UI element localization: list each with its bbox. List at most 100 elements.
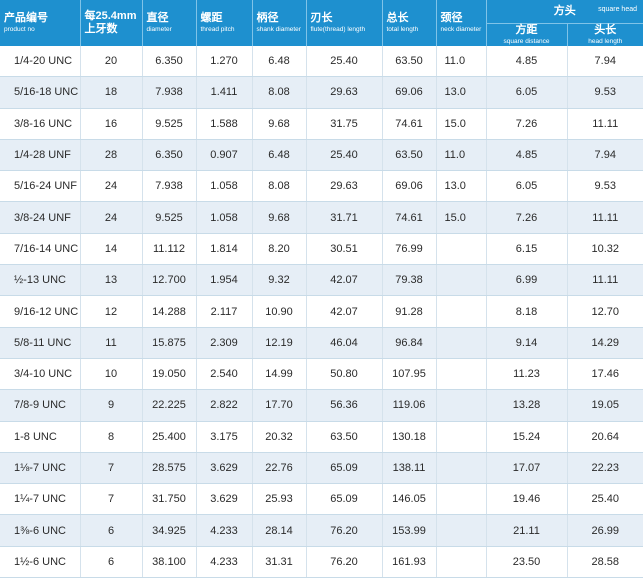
- cell-square-distance: 4.85: [486, 46, 567, 77]
- cell-pitch: 3.175: [196, 421, 252, 452]
- cell-neck-diameter: 11.0: [436, 46, 486, 77]
- cell-total-length: 69.06: [382, 77, 436, 108]
- cell-head-length: 7.94: [567, 46, 643, 77]
- cell-tpi: 14: [80, 233, 142, 264]
- col-header-flute: 刃长 flute(thread) length: [306, 0, 382, 46]
- cell-head-length: 28.58: [567, 546, 643, 577]
- cell-flute-length: 56.36: [306, 390, 382, 421]
- cell-neck-diameter: [436, 265, 486, 296]
- cell-flute-length: 29.63: [306, 171, 382, 202]
- cell-total-length: 63.50: [382, 139, 436, 170]
- cell-pitch: 1.058: [196, 202, 252, 233]
- cell-head-length: 9.53: [567, 171, 643, 202]
- cell-tpi: 24: [80, 202, 142, 233]
- cell-tpi: 20: [80, 46, 142, 77]
- table-row: 9/16-12 UNC1214.2882.11710.9042.0791.288…: [0, 296, 643, 327]
- cell-shank-diameter: 6.48: [252, 46, 306, 77]
- cell-pitch: 0.907: [196, 139, 252, 170]
- cell-diameter: 9.525: [142, 202, 196, 233]
- cell-square-distance: 7.26: [486, 108, 567, 139]
- cell-diameter: 7.938: [142, 77, 196, 108]
- table-row: 5/16-18 UNC187.9381.4118.0829.6369.0613.…: [0, 77, 643, 108]
- cell-neck-diameter: 11.0: [436, 139, 486, 170]
- header-label-cn: 方距: [487, 24, 567, 37]
- cell-diameter: 15.875: [142, 327, 196, 358]
- cell-square-distance: 6.05: [486, 77, 567, 108]
- cell-shank-diameter: 9.68: [252, 108, 306, 139]
- cell-neck-diameter: 13.0: [436, 77, 486, 108]
- cell-total-length: 146.05: [382, 484, 436, 515]
- cell-diameter: 28.575: [142, 452, 196, 483]
- table-row: 3/4-10 UNC1019.0502.54014.9950.80107.951…: [0, 358, 643, 389]
- cell-product-no: 1½-6 UNC: [0, 546, 80, 577]
- cell-flute-length: 63.50: [306, 421, 382, 452]
- cell-tpi: 8: [80, 421, 142, 452]
- cell-tpi: 10: [80, 358, 142, 389]
- col-header-pitch: 螺距 thread pitch: [196, 0, 252, 46]
- cell-head-length: 19.05: [567, 390, 643, 421]
- col-header-tpi: 每25.4mm 上牙数: [80, 0, 142, 46]
- cell-tpi: 24: [80, 171, 142, 202]
- cell-tpi: 12: [80, 296, 142, 327]
- cell-pitch: 1.058: [196, 171, 252, 202]
- cell-total-length: 119.06: [382, 390, 436, 421]
- header-label-cn: 柄径: [253, 12, 306, 25]
- cell-shank-diameter: 17.70: [252, 390, 306, 421]
- cell-tpi: 9: [80, 390, 142, 421]
- cell-diameter: 22.225: [142, 390, 196, 421]
- cell-pitch: 2.540: [196, 358, 252, 389]
- cell-product-no: 3/4-10 UNC: [0, 358, 80, 389]
- cell-flute-length: 76.20: [306, 546, 382, 577]
- table-row: 1¼-7 UNC731.7503.62925.9365.09146.0519.4…: [0, 484, 643, 515]
- cell-diameter: 31.750: [142, 484, 196, 515]
- table-row: 1/4-28 UNF286.3500.9076.4825.4063.5011.0…: [0, 139, 643, 170]
- header-label-en: product no: [0, 25, 80, 34]
- cell-square-distance: 13.28: [486, 390, 567, 421]
- cell-diameter: 34.925: [142, 515, 196, 546]
- table-header: 产品编号 product no 每25.4mm 上牙数 直径 diameter …: [0, 0, 643, 46]
- cell-total-length: 161.93: [382, 546, 436, 577]
- header-label-cn: 直径: [143, 12, 196, 25]
- cell-diameter: 38.100: [142, 546, 196, 577]
- cell-neck-diameter: 13.0: [436, 171, 486, 202]
- col-header-neck: 颈径 neck diameter: [436, 0, 486, 46]
- cell-shank-diameter: 31.31: [252, 546, 306, 577]
- cell-head-length: 7.94: [567, 139, 643, 170]
- cell-square-distance: 17.07: [486, 452, 567, 483]
- cell-total-length: 153.99: [382, 515, 436, 546]
- header-label-cn: 颈径: [437, 12, 486, 25]
- cell-total-length: 74.61: [382, 108, 436, 139]
- cell-neck-diameter: [436, 421, 486, 452]
- cell-flute-length: 42.07: [306, 296, 382, 327]
- cell-neck-diameter: [436, 358, 486, 389]
- cell-head-length: 22.23: [567, 452, 643, 483]
- header-label-en: total length: [383, 25, 436, 34]
- cell-total-length: 76.99: [382, 233, 436, 264]
- table-row: 1/4-20 UNC206.3501.2706.4825.4063.5011.0…: [0, 46, 643, 77]
- cell-pitch: 1.954: [196, 265, 252, 296]
- cell-shank-diameter: 12.19: [252, 327, 306, 358]
- header-label-cn: 产品编号: [0, 12, 80, 25]
- cell-neck-diameter: [436, 515, 486, 546]
- cell-flute-length: 65.09: [306, 484, 382, 515]
- cell-square-distance: 9.14: [486, 327, 567, 358]
- header-label-cn: 螺距: [197, 12, 252, 25]
- spec-table-container: 产品编号 product no 每25.4mm 上牙数 直径 diameter …: [0, 0, 643, 568]
- cell-pitch: 3.629: [196, 484, 252, 515]
- cell-tpi: 7: [80, 452, 142, 483]
- cell-diameter: 6.350: [142, 139, 196, 170]
- cell-shank-diameter: 20.32: [252, 421, 306, 452]
- cell-neck-diameter: [436, 546, 486, 577]
- cell-total-length: 74.61: [382, 202, 436, 233]
- cell-pitch: 3.629: [196, 452, 252, 483]
- cell-diameter: 19.050: [142, 358, 196, 389]
- cell-shank-diameter: 14.99: [252, 358, 306, 389]
- cell-neck-diameter: [436, 484, 486, 515]
- table-body: 1/4-20 UNC206.3501.2706.4825.4063.5011.0…: [0, 46, 643, 578]
- header-label-cn: 每25.4mm: [81, 10, 142, 23]
- cell-head-length: 11.11: [567, 202, 643, 233]
- cell-neck-diameter: [436, 296, 486, 327]
- header-label-en: diameter: [143, 25, 196, 34]
- cell-pitch: 1.270: [196, 46, 252, 77]
- table-row: 3/8-16 UNC169.5251.5889.6831.7574.6115.0…: [0, 108, 643, 139]
